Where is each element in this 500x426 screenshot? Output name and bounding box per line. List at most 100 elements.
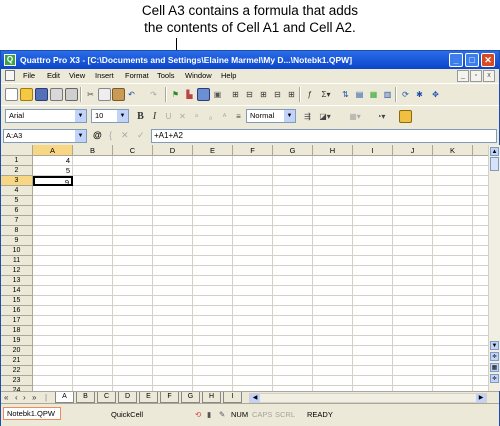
grid-cell[interactable] — [113, 376, 153, 386]
redo-icon[interactable]: ↷ — [147, 88, 160, 101]
column-header[interactable]: K — [433, 145, 473, 156]
grid-cell[interactable] — [393, 336, 433, 346]
text-color-icon[interactable]: ◔▾ — [371, 110, 391, 123]
grid-cell[interactable] — [473, 256, 488, 266]
grid-cell[interactable] — [113, 366, 153, 376]
grid-cell[interactable] — [193, 186, 233, 196]
chart-icon[interactable]: ▙ — [183, 88, 196, 101]
grid-cell[interactable] — [473, 176, 488, 186]
grid-cell[interactable] — [193, 336, 233, 346]
grid-cell[interactable] — [273, 316, 313, 326]
grid-cell[interactable] — [433, 236, 473, 246]
grid-cell[interactable] — [113, 176, 153, 186]
grid-cell[interactable] — [33, 186, 73, 196]
grid-cell[interactable] — [433, 226, 473, 236]
grid-cell[interactable] — [113, 156, 153, 166]
grid-cell[interactable] — [313, 346, 353, 356]
grid-cell[interactable] — [153, 356, 193, 366]
grid-cell[interactable] — [393, 206, 433, 216]
grid-cell[interactable] — [433, 316, 473, 326]
row-header[interactable]: 7 — [1, 216, 33, 226]
subscript-icon[interactable]: ₐ — [204, 110, 217, 123]
grid-cell[interactable] — [353, 296, 393, 306]
sparkle-icon[interactable]: ✱ — [413, 88, 426, 101]
strikethrough-icon[interactable]: ✕ — [176, 110, 189, 123]
grid-cell[interactable] — [313, 376, 353, 386]
grid-cell[interactable] — [233, 266, 273, 276]
row-header[interactable]: 13 — [1, 276, 33, 286]
grid-cell[interactable] — [113, 216, 153, 226]
grid-cell[interactable] — [313, 216, 353, 226]
menu-file[interactable]: File — [23, 71, 35, 80]
grid-cell[interactable] — [73, 216, 113, 226]
grid-cell[interactable] — [153, 306, 193, 316]
grid-cell[interactable] — [113, 226, 153, 236]
grid-cell[interactable] — [353, 326, 393, 336]
grid-cell[interactable] — [33, 226, 73, 236]
grid-cell[interactable] — [473, 366, 488, 376]
grid-cell[interactable] — [473, 336, 488, 346]
row-header[interactable]: 5 — [1, 196, 33, 206]
print-icon[interactable] — [65, 88, 78, 101]
grid-cell[interactable] — [193, 296, 233, 306]
grid-cell[interactable] — [353, 336, 393, 346]
grid-cell[interactable] — [113, 326, 153, 336]
grid-cell[interactable] — [193, 276, 233, 286]
grid-cell[interactable] — [33, 346, 73, 356]
quickcell-label[interactable]: QuickCell — [111, 410, 143, 419]
row-header[interactable]: 15 — [1, 296, 33, 306]
font-select[interactable]: Arial ▼ — [5, 109, 87, 123]
grid-cell[interactable] — [233, 286, 273, 296]
grid-cell[interactable] — [393, 186, 433, 196]
grid-cell[interactable] — [273, 196, 313, 206]
grid-cell[interactable] — [153, 276, 193, 286]
cut-icon[interactable]: ✂ — [84, 88, 97, 101]
grid-cell[interactable] — [473, 296, 488, 306]
grid-cell[interactable] — [73, 336, 113, 346]
vertical-scrollbar[interactable]: ▲ ▼ ≑ ▦ ≑ — [488, 145, 500, 391]
split-top-icon[interactable]: ≑ — [490, 352, 499, 361]
grid-cell[interactable] — [273, 276, 313, 286]
grid-cell[interactable] — [313, 286, 353, 296]
grid-cell[interactable] — [353, 226, 393, 236]
grid-cell[interactable] — [313, 276, 353, 286]
column-header[interactable]: J — [393, 145, 433, 156]
grid-cell[interactable] — [433, 376, 473, 386]
sort-icon[interactable]: ⇅ — [339, 88, 352, 101]
wrap-icon[interactable]: ⇶ — [301, 110, 314, 123]
grid-cell[interactable] — [153, 366, 193, 376]
grid-cell[interactable] — [233, 186, 273, 196]
grid-cell[interactable] — [153, 346, 193, 356]
grid-cell[interactable] — [193, 236, 233, 246]
horizontal-scrollbar[interactable]: ◀ ▶ — [249, 393, 487, 403]
print-preview-icon[interactable] — [50, 88, 63, 101]
superscript-icon[interactable]: ᵃ — [190, 110, 203, 123]
grid-cell[interactable] — [353, 196, 393, 206]
grid-cell[interactable] — [353, 366, 393, 376]
grid-cell[interactable] — [153, 256, 193, 266]
grid-cell[interactable] — [473, 206, 488, 216]
grid-cell[interactable] — [233, 166, 273, 176]
scroll-thumb[interactable] — [490, 157, 499, 171]
tab-sheet-c[interactable]: C — [97, 392, 116, 403]
column-header[interactable]: F — [233, 145, 273, 156]
grid-cell[interactable] — [473, 216, 488, 226]
copy-icon[interactable] — [98, 88, 111, 101]
save-icon[interactable] — [35, 88, 48, 101]
grid-cell[interactable] — [233, 376, 273, 386]
formula-input[interactable]: +A1+A2 — [151, 129, 497, 143]
grid-cell[interactable] — [193, 176, 233, 186]
grid-cell[interactable] — [233, 336, 273, 346]
grid-cell[interactable] — [33, 236, 73, 246]
grid-cell[interactable] — [473, 196, 488, 206]
query-icon[interactable]: ⟳ — [399, 88, 412, 101]
grid-cell[interactable] — [393, 346, 433, 356]
refresh-icon[interactable]: ⟲ — [195, 410, 201, 419]
grid-cell[interactable] — [73, 186, 113, 196]
grid-cell[interactable] — [73, 196, 113, 206]
grid-cell[interactable] — [353, 266, 393, 276]
grid-cell[interactable] — [433, 366, 473, 376]
underline-icon[interactable]: U — [162, 110, 175, 123]
grid-cell[interactable] — [193, 356, 233, 366]
grid-cell[interactable] — [433, 196, 473, 206]
